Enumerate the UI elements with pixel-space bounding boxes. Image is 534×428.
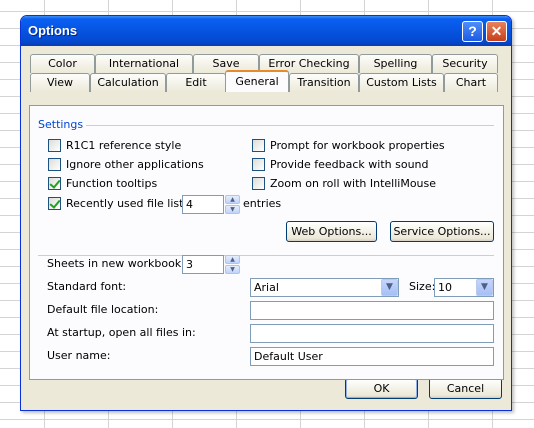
tab-general[interactable]: General <box>225 70 289 92</box>
function-tooltips-checkbox[interactable] <box>48 177 61 190</box>
recent-files-count-input[interactable]: 4 <box>182 195 224 214</box>
sheets-count-input[interactable]: 3 <box>182 255 224 274</box>
function-tooltips-label[interactable]: Function tooltips <box>66 177 157 190</box>
startup-folder-label: At startup, open all files in: <box>47 326 196 339</box>
tab-chart[interactable]: Chart <box>444 73 498 92</box>
default-location-input[interactable] <box>250 301 494 320</box>
settings-divider <box>86 125 494 126</box>
web-options-button[interactable]: Web Options... <box>286 221 377 242</box>
ignore-apps-checkbox[interactable] <box>48 158 61 171</box>
cancel-button[interactable]: Cancel <box>429 378 502 399</box>
tab-international[interactable]: International <box>95 54 193 73</box>
service-options-button[interactable]: Service Options... <box>390 221 494 242</box>
prompt-props-label[interactable]: Prompt for workbook properties <box>270 139 445 152</box>
settings-group-title: Settings <box>38 118 84 131</box>
sheets-spinner[interactable]: ▲ ▼ <box>225 255 240 274</box>
r1c1-checkbox[interactable] <box>48 139 61 152</box>
tab-transition[interactable]: Transition <box>289 73 359 92</box>
ignore-apps-label[interactable]: Ignore other applications <box>66 158 204 171</box>
user-name-label: User name: <box>47 349 111 362</box>
feedback-sound-label[interactable]: Provide feedback with sound <box>270 158 429 171</box>
r1c1-label[interactable]: R1C1 reference style <box>66 139 181 152</box>
startup-folder-input[interactable] <box>250 324 494 343</box>
section-divider <box>38 255 494 256</box>
sheets-label: Sheets in new workbook: <box>47 257 185 270</box>
tab-spelling[interactable]: Spelling <box>359 54 432 73</box>
recent-files-label[interactable]: Recently used file list: <box>66 197 187 210</box>
spin-down-icon[interactable]: ▼ <box>225 265 240 274</box>
window-title: Options <box>28 23 78 38</box>
feedback-sound-checkbox[interactable] <box>252 158 265 171</box>
spin-up-icon[interactable]: ▲ <box>225 195 240 204</box>
general-tab-panel: Settings R1C1 reference style Ignore oth… <box>29 105 504 380</box>
tab-security[interactable]: Security <box>432 54 498 73</box>
recent-files-checkbox[interactable] <box>48 197 61 210</box>
tab-edit[interactable]: Edit <box>166 73 226 92</box>
options-dialog: Options ? ✕ Color International Save Err… <box>20 15 512 411</box>
default-location-label: Default file location: <box>47 303 159 316</box>
dialog-body: Color International Save Error Checking … <box>21 46 511 410</box>
ok-button[interactable]: OK <box>345 378 418 399</box>
standard-font-label: Standard font: <box>47 280 127 293</box>
close-icon: ✕ <box>490 23 503 39</box>
title-bar[interactable]: Options ? ✕ <box>21 16 511 46</box>
tab-color[interactable]: Color <box>30 54 95 73</box>
chevron-down-icon[interactable]: ▼ <box>476 279 493 296</box>
tab-view[interactable]: View <box>30 73 90 92</box>
recent-files-suffix: entries <box>243 197 282 210</box>
recent-files-spinner[interactable]: ▲ ▼ <box>225 195 240 214</box>
help-button[interactable]: ? <box>462 21 483 42</box>
tab-calculation[interactable]: Calculation <box>90 73 166 92</box>
standard-font-select[interactable]: Arial <box>250 278 399 297</box>
zoom-roll-checkbox[interactable] <box>252 177 265 190</box>
spin-down-icon[interactable]: ▼ <box>225 205 240 214</box>
help-icon: ? <box>468 23 477 39</box>
spin-up-icon[interactable]: ▲ <box>225 255 240 264</box>
chevron-down-icon[interactable]: ▼ <box>381 279 398 296</box>
font-size-label: Size: <box>409 280 436 293</box>
zoom-roll-label[interactable]: Zoom on roll with IntelliMouse <box>270 177 436 190</box>
user-name-input[interactable]: Default User <box>250 347 494 366</box>
tab-custom-lists[interactable]: Custom Lists <box>359 73 444 92</box>
close-button[interactable]: ✕ <box>486 21 507 42</box>
prompt-props-checkbox[interactable] <box>252 139 265 152</box>
